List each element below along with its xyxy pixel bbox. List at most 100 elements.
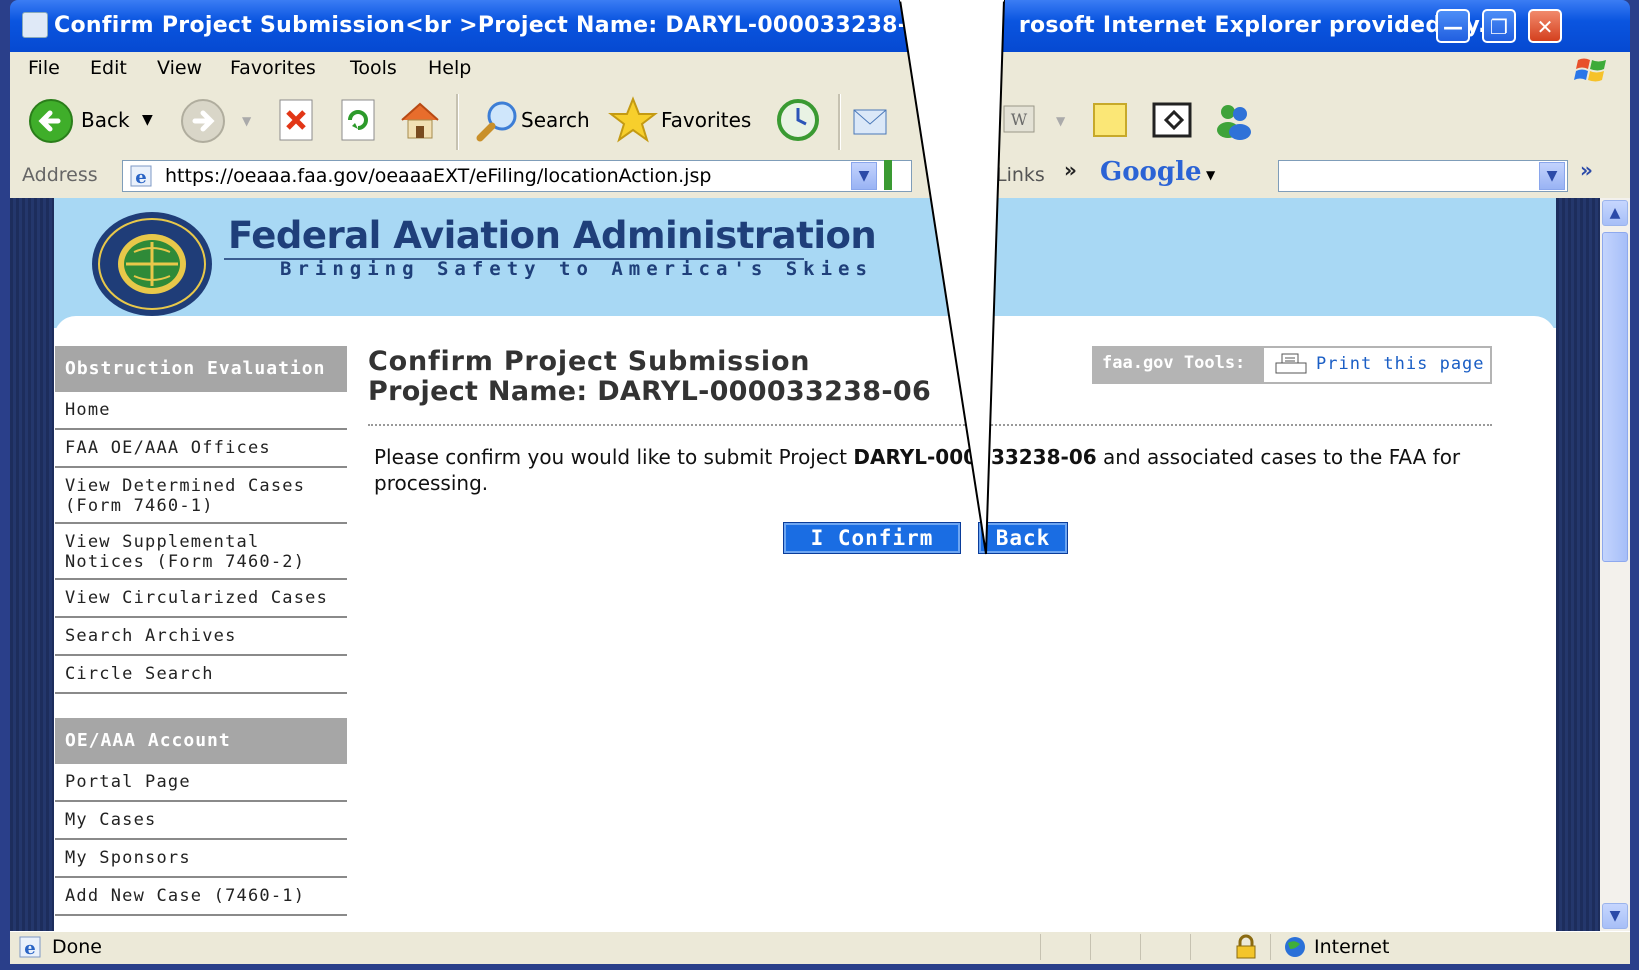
sidebar-item-add-new-case[interactable]: Add New Case (7460-1) [55, 882, 347, 916]
sidebar-item-portal-page[interactable]: Portal Page [55, 768, 347, 802]
print-page-link[interactable]: Print this page [1264, 348, 1490, 382]
i-confirm-button[interactable]: I Confirm [783, 522, 961, 554]
toolbar-separator [456, 94, 459, 150]
ie-page-icon: e [19, 936, 41, 959]
status-text: Done [52, 936, 102, 958]
site-title: Federal Aviation Administration [228, 214, 877, 257]
window-title-bar[interactable]: Confirm Project Submission<br >Project N… [10, 0, 1630, 52]
edit-dropdown-icon[interactable]: ▼ [1056, 114, 1065, 128]
menu-bar: File Edit View Favorites Tools Help [10, 52, 1630, 89]
sidebar-item-circularized-cases[interactable]: View Circularized Cases [55, 584, 347, 618]
address-label: Address [22, 164, 98, 186]
go-button[interactable] [884, 160, 892, 190]
status-bar: e Done Internet [10, 931, 1630, 964]
search-label[interactable]: Search [521, 108, 590, 132]
back-label[interactable]: Back [81, 108, 130, 132]
status-panel-divider [1140, 934, 1141, 960]
sidebar-item-my-cases[interactable]: My Cases [55, 806, 347, 840]
scroll-up-icon[interactable]: ▲ [1602, 200, 1628, 226]
ie-page-icon [22, 12, 48, 38]
stop-icon[interactable] [276, 98, 316, 142]
tools-label: faa.gov Tools: [1102, 353, 1246, 373]
links-chevron-icon[interactable]: » [1064, 158, 1077, 182]
home-icon[interactable] [396, 96, 444, 144]
message-text: Please confirm you would like to submit … [374, 445, 854, 469]
menu-tools[interactable]: Tools [350, 57, 397, 79]
svg-text:e: e [24, 938, 35, 959]
sidebar-heading-obstruction: Obstruction Evaluation [55, 346, 347, 392]
svg-text:e: e [135, 167, 146, 188]
research-icon[interactable] [1148, 96, 1196, 144]
toolbar-separator [838, 94, 841, 150]
status-panel-divider [1090, 934, 1091, 960]
search-icon[interactable] [474, 96, 522, 144]
google-search-dropdown-icon[interactable]: ▼ [1539, 162, 1565, 190]
sidebar-item-my-sponsors[interactable]: My Sponsors [55, 844, 347, 878]
confirmation-message: Please confirm you would like to submit … [374, 444, 1494, 496]
sidebar-item-home[interactable]: Home [55, 396, 347, 430]
scroll-thumb[interactable] [1602, 232, 1628, 562]
site-tagline: Bringing Safety to America's Skies [280, 258, 873, 280]
status-panel-divider [1040, 934, 1041, 960]
history-icon[interactable] [774, 96, 822, 144]
faa-tools-box: faa.gov Tools: Print this page [1092, 346, 1492, 384]
links-label[interactable]: Links [996, 164, 1045, 186]
internet-globe-icon [1285, 937, 1305, 957]
menu-favorites[interactable]: Favorites [230, 57, 316, 79]
menu-edit[interactable]: Edit [90, 57, 127, 79]
svg-text:W: W [1011, 110, 1028, 129]
printer-icon [1275, 353, 1307, 374]
ie-page-icon: e [130, 165, 152, 188]
sidebar-item-offices[interactable]: FAA OE/AAA Offices [55, 434, 347, 468]
page-border-right [1556, 198, 1600, 931]
security-zone-label: Internet [1314, 936, 1390, 958]
close-button[interactable]: ✕ [1528, 9, 1562, 43]
scroll-down-icon[interactable]: ▼ [1602, 903, 1628, 929]
forward-arrow-icon[interactable] [180, 98, 226, 144]
standard-toolbar: Back ▼ ▼ Search Favorites W ▼ [10, 88, 1630, 157]
sidebar-item-supplemental-notices[interactable]: View Supplemental Notices (Form 7460-2) [55, 528, 347, 580]
menu-file[interactable]: File [28, 57, 60, 79]
address-bar: Address e https://oeaaa.faa.gov/oeaaaEXT… [10, 156, 1630, 199]
project-name-heading: Project Name: DARYL-000033238-06 [368, 376, 932, 407]
window-title: Confirm Project Submission<br >Project N… [54, 13, 1505, 38]
back-button[interactable]: Back [978, 522, 1068, 554]
web-page: Federal Aviation Administration Bringing… [10, 198, 1600, 931]
address-input[interactable]: e https://oeaaa.faa.gov/oeaaaEXT/eFiling… [122, 160, 912, 192]
menu-view[interactable]: View [157, 57, 202, 79]
back-dropdown-icon[interactable]: ▼ [142, 112, 153, 128]
status-panel-divider [1270, 934, 1271, 960]
vertical-scrollbar[interactable]: ▲ ▼ [1600, 198, 1630, 931]
status-panel-divider [1190, 934, 1191, 960]
minimize-button[interactable]: — [1436, 9, 1470, 43]
mail-icon[interactable] [850, 98, 890, 142]
google-dropdown-icon[interactable]: ▼ [1206, 168, 1215, 182]
content-top-curve [54, 316, 1556, 340]
sidebar-item-circle-search[interactable]: Circle Search [55, 660, 347, 694]
note-icon[interactable] [1086, 96, 1134, 144]
google-logo[interactable]: Google [1100, 157, 1202, 187]
favorites-star-icon[interactable] [608, 96, 658, 144]
title-divider [368, 424, 1492, 426]
favorites-label[interactable]: Favorites [661, 108, 751, 132]
restore-button[interactable]: ❐ [1482, 9, 1516, 43]
menu-help[interactable]: Help [428, 57, 471, 79]
windows-logo-icon [1574, 58, 1606, 82]
forward-dropdown-icon[interactable]: ▼ [242, 114, 251, 128]
page-title: Confirm Project Submission [368, 346, 811, 377]
faa-seal-logo[interactable] [90, 208, 214, 318]
address-url[interactable]: https://oeaaa.faa.gov/oeaaaEXT/eFiling/l… [165, 165, 711, 187]
sidebar-item-search-archives[interactable]: Search Archives [55, 622, 347, 656]
message-project-name: DARYL-000033238-06 [853, 445, 1097, 469]
toolbar-chevron-icon[interactable]: » [1580, 158, 1593, 182]
word-edit-icon[interactable]: W [1000, 98, 1040, 142]
address-dropdown-icon[interactable]: ▼ [851, 162, 877, 190]
refresh-icon[interactable] [338, 98, 378, 142]
lock-icon [1236, 934, 1256, 959]
messenger-icon[interactable] [1210, 96, 1258, 144]
print-page-label[interactable]: Print this page [1316, 354, 1485, 374]
google-search-input[interactable]: ▼ [1278, 160, 1568, 192]
back-arrow-icon[interactable] [28, 98, 74, 144]
sidebar-item-determined-cases[interactable]: View Determined Cases (Form 7460-1) [55, 472, 347, 524]
sidebar-heading-account: OE/AAA Account [55, 718, 347, 764]
